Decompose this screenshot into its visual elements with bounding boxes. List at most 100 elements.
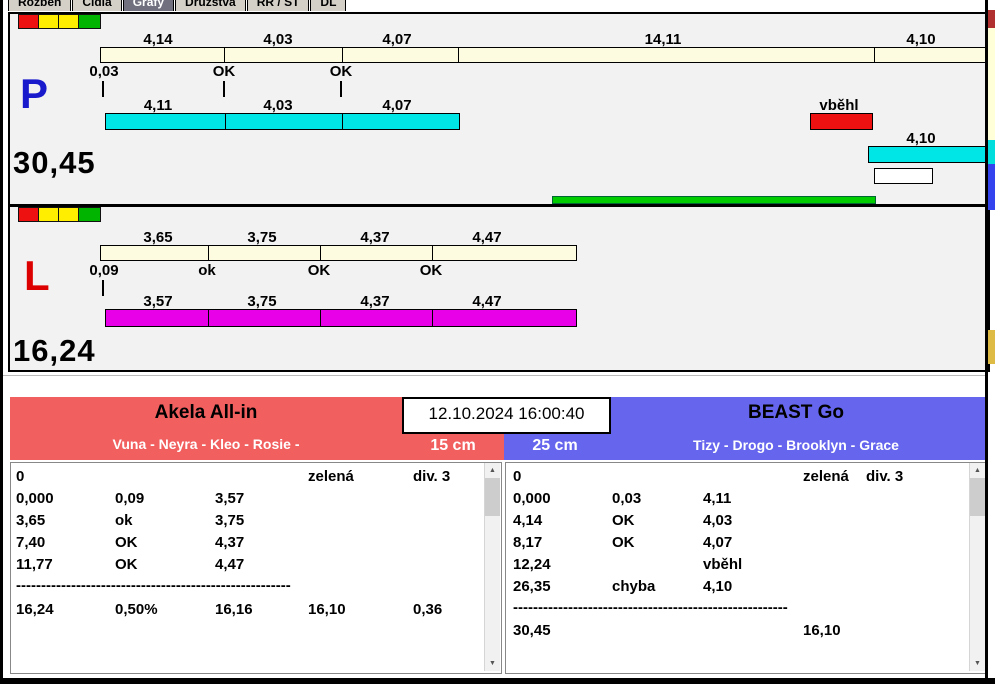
table-cell: chyba — [612, 578, 656, 595]
bar-separator — [225, 114, 226, 129]
table-cell: 4,07 — [703, 534, 733, 551]
sensor-split-label: 4,03 — [263, 31, 293, 48]
table-total-cell: 0,36 — [413, 601, 443, 618]
scrollbar-thumb[interactable] — [485, 478, 500, 516]
bar-separator — [432, 310, 433, 326]
table-cell: zelená — [308, 468, 354, 485]
table-cell: 26,35 — [513, 578, 551, 595]
tab-rr-st[interactable]: RR / ST — [246, 0, 310, 11]
window-border-bottom — [0, 678, 995, 684]
desktop-edge-fragment — [988, 330, 995, 364]
divider-line — [0, 375, 985, 376]
scroll-up-icon[interactable]: ▲ — [485, 463, 500, 478]
bar-separator — [208, 246, 209, 260]
marker-box — [874, 168, 933, 184]
incursion-label: vběhl — [819, 97, 859, 114]
scrollbar[interactable]: ▲ ▼ — [969, 463, 985, 671]
table-cell: 7,40 — [16, 534, 46, 551]
check-label: OK — [329, 63, 353, 80]
scrollbar-thumb[interactable] — [970, 478, 985, 516]
tick-mark — [102, 81, 104, 97]
table-cell: 4,14 — [513, 512, 543, 529]
table-cell: 0 — [16, 468, 25, 485]
check-label: 0,09 — [89, 262, 119, 279]
tab-rozbeh[interactable]: Rozběh — [8, 0, 72, 11]
lane-letter-p: P — [20, 70, 49, 117]
bar-separator — [320, 310, 321, 326]
team-name-left: Akela All-in — [154, 402, 258, 423]
table-cell: 0,09 — [115, 490, 145, 507]
sensor-bar — [100, 245, 577, 261]
table-total-cell: 16,24 — [16, 601, 54, 618]
table-cell: 4,03 — [703, 512, 733, 529]
team-dogs-right: Tizy - Drogo - Brooklyn - Grace — [693, 437, 899, 453]
run-bar — [105, 309, 577, 327]
team-dogs-left: Vuna - Neyra - Kleo - Rosie - — [112, 436, 300, 452]
bar-separator — [342, 48, 343, 62]
green-marker-line — [552, 196, 876, 204]
bar-separator — [342, 114, 343, 129]
table-cell: OK — [612, 534, 635, 551]
results-table-left — [10, 462, 502, 674]
status-square-green — [78, 207, 101, 222]
table-cell: 0 — [513, 468, 522, 485]
desktop-edge-fragment — [988, 164, 995, 210]
desktop-edge-fragment — [988, 28, 995, 140]
table-cell: OK — [115, 534, 138, 551]
desktop-edge-fragment — [988, 140, 995, 164]
table-cell: 4,47 — [215, 556, 245, 573]
desktop-edge-fragment — [988, 10, 995, 28]
table-cell: 0,03 — [612, 490, 642, 507]
bar-separator — [432, 246, 433, 260]
table-cell: 12,24 — [513, 556, 551, 573]
run-split-label: 4,37 — [360, 293, 390, 310]
team-height-left: 15 cm — [430, 437, 476, 454]
sensor-split-label: 3,65 — [143, 229, 173, 246]
table-cell: 4,37 — [215, 534, 245, 551]
scroll-down-icon[interactable]: ▼ — [970, 656, 985, 671]
tab-grafy[interactable]: Grafy — [122, 0, 175, 11]
scroll-up-icon[interactable]: ▲ — [970, 463, 985, 478]
run-split-label: 4,07 — [382, 97, 412, 114]
sensor-bar — [100, 47, 987, 63]
final-run-bar — [868, 146, 987, 163]
table-cell: 4,11 — [703, 490, 732, 507]
table-cell: zelená — [803, 468, 849, 485]
tab-cidla[interactable]: Čidla — [72, 0, 122, 11]
table-total-cell: 30,45 — [513, 622, 551, 639]
table-cell: 0,000 — [16, 490, 54, 507]
tick-mark — [102, 280, 104, 296]
scrollbar[interactable]: ▲ ▼ — [484, 463, 500, 671]
table-cell: vběhl — [703, 556, 743, 573]
run-bar — [105, 113, 460, 130]
table-total-cell: 16,16 — [215, 601, 253, 618]
table-cell: ok — [115, 512, 133, 529]
sensor-split-label: 14,11 — [644, 31, 682, 48]
table-total-cell: 16,10 — [803, 622, 841, 639]
table-total-cell: 0,50% — [115, 601, 158, 618]
lane-letter-l: L — [24, 252, 50, 299]
table-cell: 11,77 — [16, 556, 53, 573]
table-cell: div. 3 — [866, 468, 904, 485]
sensor-split-label: 4,10 — [906, 31, 936, 48]
bar-separator — [224, 48, 225, 62]
window-border-left — [0, 0, 3, 684]
check-label: OK — [307, 262, 331, 279]
datetime-display: 12.10.2024 16:00:40 — [402, 397, 611, 434]
table-cell: 4,10 — [703, 578, 733, 595]
tick-mark — [340, 81, 342, 97]
tab-druzstva[interactable]: Družstva — [175, 0, 246, 11]
run-split-label: 4,11 — [143, 97, 173, 114]
scroll-down-icon[interactable]: ▼ — [485, 656, 500, 671]
table-cell: 8,17 — [513, 534, 543, 551]
run-split-label: 4,47 — [472, 293, 502, 310]
check-label: OK — [212, 63, 236, 80]
table-cell: 3,57 — [215, 490, 245, 507]
check-label: ok — [198, 262, 216, 279]
tab-dl[interactable]: DL — [310, 0, 347, 11]
lane-total-p: 30,45 — [13, 145, 96, 180]
lane-total-l: 16,24 — [13, 333, 96, 368]
table-divider: ----------------------------------------… — [16, 577, 291, 594]
sensor-split-label: 4,14 — [143, 31, 173, 48]
check-label: 0,03 — [89, 63, 119, 80]
